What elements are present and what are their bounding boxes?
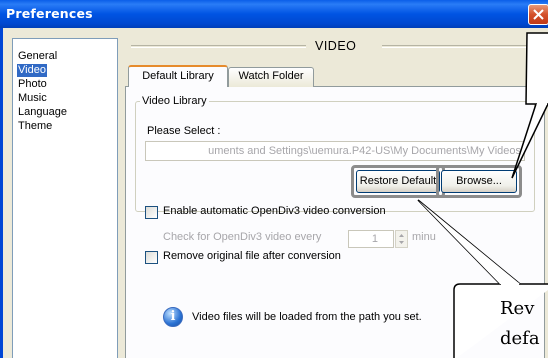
callout-overlay	[417, 32, 548, 358]
top-callout-pointer	[511, 103, 548, 179]
callout-text-line2: defa	[500, 328, 540, 349]
preferences-window: Preferences General Video Photo Music La…	[0, 0, 548, 358]
callout-text-line1: Rev	[500, 298, 535, 319]
top-callout-balloon	[525, 32, 548, 105]
bottom-callout-pointer	[417, 199, 521, 285]
tab-default-library[interactable]: Default Library	[128, 65, 228, 87]
